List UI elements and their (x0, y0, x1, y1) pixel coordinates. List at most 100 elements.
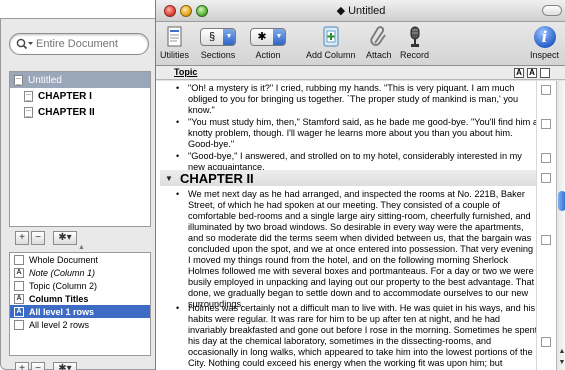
view-item-label: Column Titles (29, 293, 89, 304)
view-item-label: All level 1 rows (29, 306, 95, 317)
outline-item-untitled[interactable]: Untitled (10, 72, 150, 88)
vertical-scrollbar[interactable]: ▲ ▼ (556, 81, 565, 370)
add-column-icon (321, 26, 341, 48)
chevron-down-icon: ▼ (273, 29, 285, 45)
search-input[interactable] (36, 38, 136, 50)
outline-item-chapter-1[interactable]: CHAPTER I (10, 88, 150, 104)
bullet-icon: • (176, 151, 180, 161)
disclosure-triangle-icon[interactable]: ▼ (162, 174, 176, 183)
inspect-button[interactable]: i Inspect (530, 26, 559, 60)
action-label: Action (255, 50, 281, 60)
sections-label: Sections (200, 50, 236, 60)
remove-view-button[interactable]: − (31, 362, 45, 370)
sidebar-drawer: Untitled CHAPTER I CHAPTER II + − ✱▾ ▲ W… (0, 18, 160, 370)
add-column-button[interactable]: Add Column (306, 26, 356, 60)
inspect-label: Inspect (530, 50, 560, 60)
row-text[interactable]: "You must study him, then," Stamford sai… (188, 117, 538, 150)
add-button[interactable]: + (15, 231, 29, 245)
chapter-heading-row[interactable]: ▼ CHAPTER II (160, 170, 556, 186)
outline-pane: Untitled CHAPTER I CHAPTER II (9, 71, 151, 227)
topic-column-title[interactable]: Topic (174, 67, 197, 77)
utilities-button[interactable]: Utilities (160, 26, 189, 60)
row-text[interactable]: Holmes was certainly not a difficult man… (188, 303, 538, 369)
gear-menu-button[interactable]: ✱▾ (53, 231, 77, 245)
style-a-icon[interactable]: A (514, 68, 524, 78)
outline-item-label: CHAPTER II (38, 106, 95, 118)
style-a-icon: A (14, 306, 24, 317)
document-icon (14, 74, 23, 86)
search-icon[interactable] (16, 37, 36, 51)
gear-popup-icon: ✱ ▼ (250, 28, 286, 46)
view-type-icon (14, 280, 24, 291)
views-buttons: + − ✱▾ (15, 362, 77, 370)
bullet-icon: • (176, 83, 180, 93)
style-a-icon: A (14, 267, 24, 278)
view-item-all-level-2[interactable]: All level 2 rows (10, 318, 150, 331)
view-item-label: All level 2 rows (29, 319, 90, 330)
document-icon (24, 90, 33, 102)
sections-popup[interactable]: § ▼ Sections (200, 26, 236, 60)
toolbar: Utilities § ▼ Sections ✱ ▼ Action Add Co… (156, 22, 565, 66)
microphone-icon (407, 26, 423, 48)
row-checkbox[interactable] (541, 235, 551, 245)
view-item-label: Whole Document (29, 254, 99, 265)
view-type-icon (14, 319, 24, 330)
row-checkbox[interactable] (541, 85, 551, 95)
section-symbol-icon: § (208, 31, 216, 43)
bullet-icon: • (176, 189, 180, 199)
action-popup[interactable]: ✱ ▼ Action (250, 26, 286, 60)
add-view-button[interactable]: + (15, 362, 29, 370)
bullet-icon: • (176, 303, 180, 313)
outline-item-label: Untitled (28, 74, 62, 86)
view-item-note-column[interactable]: A Note (Column 1) (10, 266, 150, 279)
row-checkbox[interactable] (541, 119, 551, 129)
scroll-up-arrow-icon[interactable]: ▲ (557, 347, 565, 357)
outline-buttons: + − ✱▾ (15, 231, 77, 245)
checkbox-column (536, 81, 556, 370)
checkbox-column-icon[interactable] (540, 68, 550, 78)
view-item-whole-document[interactable]: Whole Document (10, 253, 150, 266)
main-window: ◆ Untitled Utilities § ▼ Sections ✱ ▼ Ac… (155, 0, 565, 370)
section-popup-icon: § ▼ (200, 28, 236, 46)
attach-button[interactable]: Attach (366, 26, 392, 60)
views-gear-menu-button[interactable]: ✱▾ (53, 362, 77, 370)
title-bar[interactable]: ◆ Untitled (156, 0, 565, 22)
add-column-label: Add Column (306, 50, 356, 60)
toolbar-toggle-button[interactable] (542, 5, 562, 16)
view-type-icon (14, 254, 24, 265)
attach-label: Attach (366, 50, 392, 60)
style-a-icon[interactable]: A (527, 68, 537, 78)
view-item-all-level-1[interactable]: A All level 1 rows (10, 305, 150, 318)
remove-button[interactable]: − (31, 231, 45, 245)
saved-views-pane: Whole Document A Note (Column 1) Topic (… (9, 252, 151, 356)
outline-item-label: CHAPTER I (38, 90, 92, 102)
outline-item-chapter-2[interactable]: CHAPTER II (10, 104, 150, 120)
outline-document[interactable]: • "Oh! a mystery is it?" I cried, rubbin… (156, 81, 556, 370)
record-label: Record (400, 50, 430, 60)
row-checkbox[interactable] (541, 173, 551, 183)
row-checkbox[interactable] (541, 153, 551, 163)
row-checkbox[interactable] (541, 337, 551, 347)
bullet-icon: • (176, 117, 180, 127)
view-item-label: Note (Column 1) (29, 267, 96, 278)
search-field[interactable] (9, 33, 149, 55)
gear-icon: ✱ (257, 31, 267, 43)
view-item-column-titles[interactable]: A Column Titles (10, 292, 150, 305)
utilities-label: Utilities (160, 50, 190, 60)
document-icon (166, 26, 184, 48)
window-title: ◆ Untitled (336, 5, 386, 17)
chapter-heading[interactable]: CHAPTER II (180, 171, 254, 186)
scroll-thumb[interactable] (558, 191, 565, 211)
style-a-icon: A (14, 293, 24, 304)
record-button[interactable]: Record (400, 26, 429, 60)
view-item-topic-column[interactable]: Topic (Column 2) (10, 279, 150, 292)
row-text[interactable]: We met next day as he had arranged, and … (188, 189, 538, 310)
column-header[interactable]: Topic A A (156, 66, 565, 80)
splitter-handle-icon[interactable]: ▲ (78, 244, 85, 251)
chevron-down-icon: ▼ (223, 29, 235, 45)
info-icon: i (533, 26, 556, 48)
view-item-label: Topic (Column 2) (29, 280, 98, 291)
row-text[interactable]: "Oh! a mystery is it?" I cried, rubbing … (188, 83, 538, 116)
paperclip-icon (369, 26, 389, 48)
scroll-down-arrow-icon[interactable]: ▼ (557, 358, 565, 368)
